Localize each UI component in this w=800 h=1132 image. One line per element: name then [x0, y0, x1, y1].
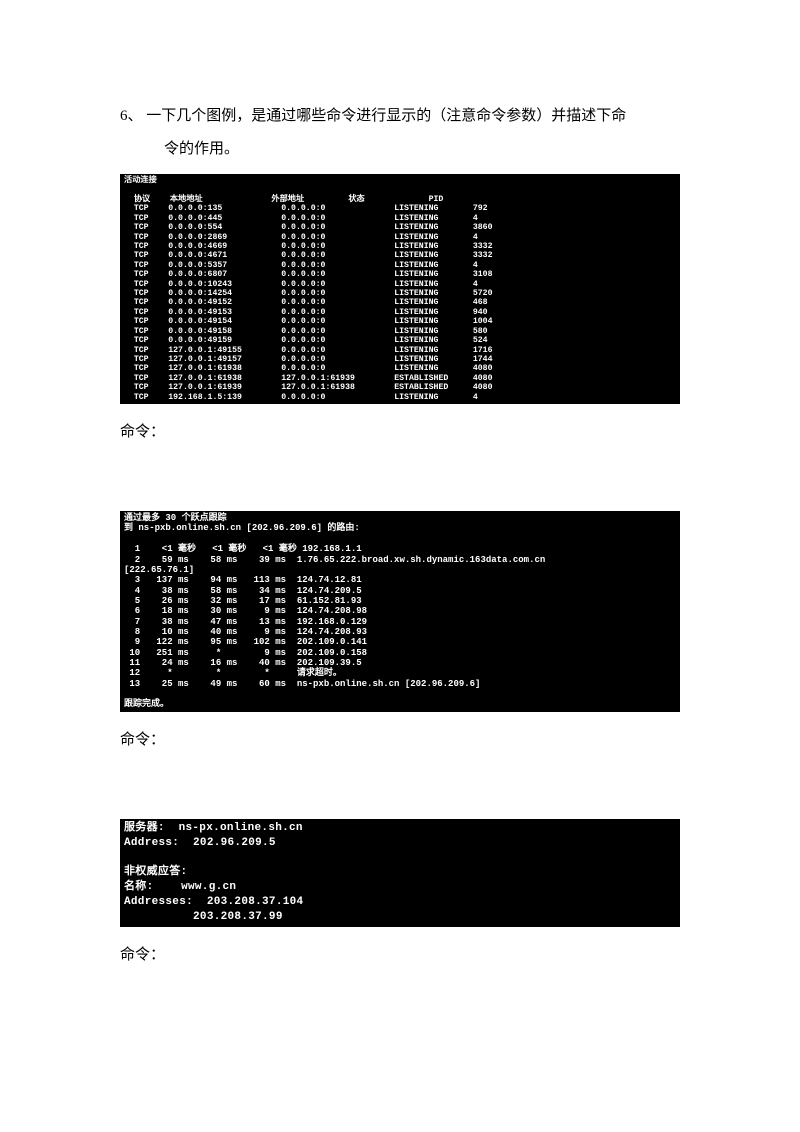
command-label-1: 命令： — [120, 420, 680, 441]
terminal-netstat: 活动连接 协议 本地地址 外部地址 状态 PID TCP 0.0.0.0:135… — [120, 174, 680, 404]
question-line1: 一下几个图例，是通过哪些命令进行显示的（注意命令参数）并描述下命 — [146, 108, 626, 124]
question-text: 6、 一下几个图例，是通过哪些命令进行显示的（注意命令参数）并描述下命 令的作用… — [120, 100, 680, 166]
question-line2: 令的作用。 — [120, 133, 680, 166]
command-label-3: 命令： — [120, 943, 680, 964]
terminal-nslookup: 服务器: ns-px.online.sh.cn Address: 202.96.… — [120, 819, 680, 927]
question-number: 6、 — [120, 108, 143, 124]
command-label-2: 命令： — [120, 728, 680, 749]
terminal-tracert: 通过最多 30 个跃点跟踪 到 ns-pxb.online.sh.cn [202… — [120, 511, 680, 712]
